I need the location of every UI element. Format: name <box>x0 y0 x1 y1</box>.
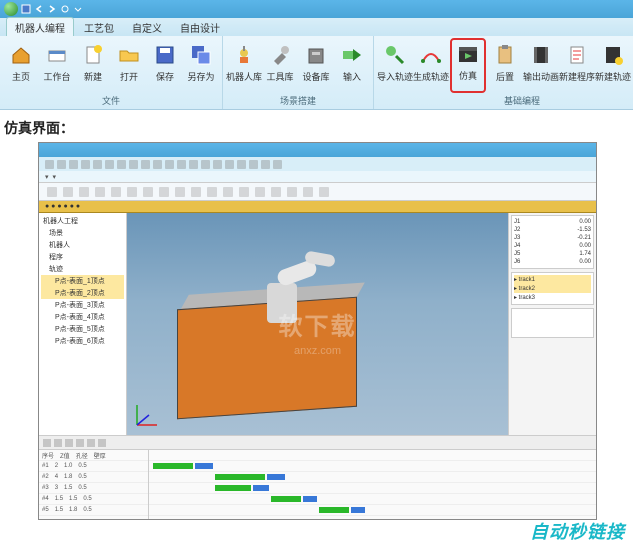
ss-context-bar: ● ● ● ● ● ● <box>39 201 596 213</box>
stop-icon[interactable] <box>65 439 73 447</box>
ribbon-group-scene: 机器人库 工具库 设备库 输入 场景搭建 <box>223 36 374 109</box>
postprocess-button[interactable]: 后置 <box>488 38 522 93</box>
tree-leaf[interactable]: P点-表面_3顶点 <box>41 299 124 311</box>
list-item[interactable]: ▸ track1 <box>514 275 591 284</box>
new-icon <box>79 41 107 69</box>
section-heading: 仿真界面： <box>0 110 633 142</box>
robot-library-button[interactable]: 机器人库 <box>227 38 261 93</box>
saveas-icon <box>187 41 215 69</box>
save-button[interactable]: 保存 <box>148 38 182 93</box>
scene-tree[interactable]: 机器人工程 场景 机器人 程序 轨迹 P点-表面_1顶点 P点-表面_2顶点 P… <box>39 213 127 435</box>
tree-node[interactable]: 机器人 <box>41 239 124 251</box>
tree-leaf[interactable]: P点-表面_4顶点 <box>41 311 124 323</box>
tool-icon <box>266 41 294 69</box>
track-panel: ▸ track1 ▸ track2 ▸ track3 <box>511 272 594 305</box>
open-folder-icon <box>115 41 143 69</box>
viewport-3d[interactable]: 软下载 anxz.com <box>127 213 508 435</box>
tree-leaf[interactable]: P点-表面_5顶点 <box>41 323 124 335</box>
footer-link[interactable]: 自动秒链接 <box>530 518 625 544</box>
generate-track-button[interactable]: 生成轨迹 <box>414 38 448 93</box>
clipboard-icon <box>491 41 519 69</box>
workbench-icon <box>43 41 71 69</box>
tree-node[interactable]: 轨迹 <box>41 263 124 275</box>
table-row: #121.00.5 <box>39 461 148 472</box>
saveas-button[interactable]: 另存为 <box>184 38 218 93</box>
simulation-button[interactable]: 仿真 <box>450 38 486 93</box>
new-button[interactable]: 新建 <box>76 38 110 93</box>
table-row: #41.51.50.5 <box>39 494 148 505</box>
watermark-text: 软下载 <box>279 307 357 342</box>
qat-settings-icon[interactable] <box>59 4 70 15</box>
device-library-button[interactable]: 设备库 <box>299 38 333 93</box>
app-orb-icon[interactable] <box>4 2 18 16</box>
tree-leaf[interactable]: P点-表面_6顶点 <box>41 335 124 347</box>
ss-tabs: ▾▾ <box>39 171 596 183</box>
tab-free-design[interactable]: 自由设计 <box>172 18 228 36</box>
axis-triad-icon <box>133 399 163 429</box>
qat-dropdown-icon[interactable] <box>72 4 83 15</box>
title-bar <box>0 0 633 18</box>
generate-track-icon <box>417 41 445 69</box>
qat-redo-icon[interactable] <box>46 4 57 15</box>
tree-node[interactable]: 程序 <box>41 251 124 263</box>
table-row: #51.51.80.5 <box>39 505 148 516</box>
output-animation-button[interactable]: 输出动画 <box>524 38 558 93</box>
film-icon <box>527 41 555 69</box>
device-icon <box>302 41 330 69</box>
joint-panel: J10.00 J2-1.53 J3-0.21 J40.00 J51.74 J60… <box>511 215 594 269</box>
tree-root[interactable]: 机器人工程 <box>41 215 124 227</box>
watermark-domain: anxz.com <box>294 345 341 357</box>
tab-process-package[interactable]: 工艺包 <box>76 18 122 36</box>
play-icon[interactable] <box>43 439 51 447</box>
simulation-screenshot: ▾▾ ● ● ● ● ● ● 机器人工程 场景 机器人 程序 轨迹 P点-表面_… <box>38 142 597 520</box>
ss-quick-access <box>39 157 596 171</box>
tab-custom[interactable]: 自定义 <box>124 18 170 36</box>
table-row: #241.80.5 <box>39 472 148 483</box>
timeline-toolbar <box>39 436 596 450</box>
table-header: 序号Z值孔径壁厚 <box>39 450 148 461</box>
ribbon-group-file: 主页 工作台 新建 打开 保存 另存为 文件 <box>0 36 223 109</box>
save-floppy-icon <box>151 41 179 69</box>
tab-robot-programming[interactable]: 机器人编程 <box>6 17 74 36</box>
timeline-table: 序号Z值孔径壁厚 #121.00.5 #241.80.5 #331.50.5 #… <box>39 450 149 520</box>
timeline-panel: 序号Z值孔径壁厚 #121.00.5 #241.80.5 #331.50.5 #… <box>39 435 596 519</box>
ss-body: 机器人工程 场景 机器人 程序 轨迹 P点-表面_1顶点 P点-表面_2顶点 P… <box>39 213 596 435</box>
input-button[interactable]: 输入 <box>335 38 369 93</box>
group-label-basic: 基础编程 <box>378 93 633 109</box>
table-row: #331.50.5 <box>39 483 148 494</box>
open-button[interactable]: 打开 <box>112 38 146 93</box>
tool-library-button[interactable]: 工具库 <box>263 38 297 93</box>
tree-node[interactable]: 场景 <box>41 227 124 239</box>
import-track-icon <box>381 41 409 69</box>
timeline-tracks[interactable] <box>149 450 596 520</box>
pause-icon[interactable] <box>54 439 62 447</box>
new-track-button[interactable]: 新建轨迹 <box>596 38 630 93</box>
list-item[interactable]: ▸ track2 <box>514 284 591 293</box>
new-program-button[interactable]: 新建程序 <box>560 38 594 93</box>
new-track-icon <box>599 41 627 69</box>
home-button[interactable]: 主页 <box>4 38 38 93</box>
qat-save-icon[interactable] <box>20 4 31 15</box>
import-track-button[interactable]: 导入轨迹 <box>378 38 412 93</box>
properties-panel: J10.00 J2-1.53 J3-0.21 J40.00 J51.74 J60… <box>508 213 596 435</box>
group-label-file: 文件 <box>4 93 218 109</box>
new-program-icon <box>563 41 591 69</box>
ribbon: 主页 工作台 新建 打开 保存 另存为 文件 机器人库 工具库 设备库 输入 场… <box>0 36 633 110</box>
list-item[interactable]: ▸ track3 <box>514 293 591 302</box>
home-icon <box>7 41 35 69</box>
qat-undo-icon[interactable] <box>33 4 44 15</box>
input-arrow-icon <box>338 41 366 69</box>
ribbon-group-basic: 导入轨迹 生成轨迹 仿真 后置 输出动画 新建程序 新建轨迹 编译 基础编程 <box>374 36 633 109</box>
robot-icon <box>230 41 258 69</box>
info-panel <box>511 308 594 338</box>
clapperboard-icon <box>454 40 482 68</box>
workbench-button[interactable]: 工作台 <box>40 38 74 93</box>
ss-ribbon <box>39 183 596 201</box>
group-label-scene: 场景搭建 <box>227 93 369 109</box>
tree-leaf[interactable]: P点-表面_2顶点 <box>41 287 124 299</box>
tree-leaf[interactable]: P点-表面_1顶点 <box>41 275 124 287</box>
tab-strip: 机器人编程 工艺包 自定义 自由设计 <box>0 18 633 36</box>
ss-titlebar <box>39 143 596 157</box>
